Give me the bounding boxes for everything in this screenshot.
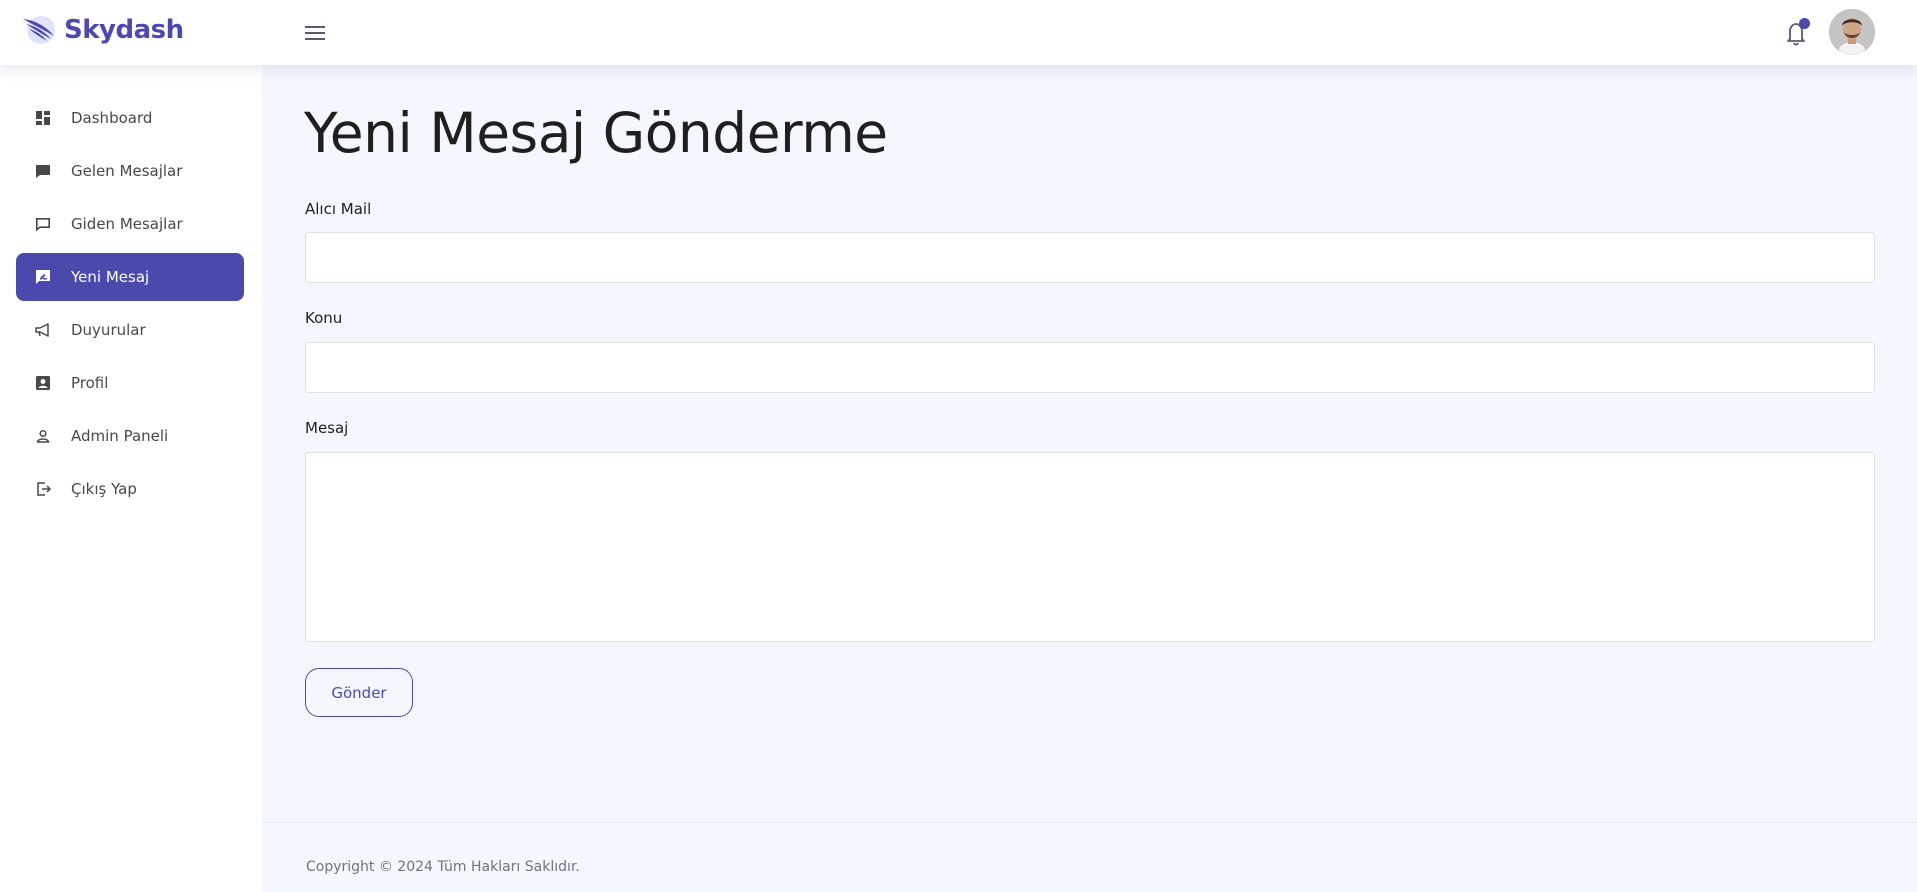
brand-logo-icon	[23, 16, 55, 44]
sidebar-item-label: Duyurular	[71, 321, 146, 339]
sidebar-item-admin-paneli[interactable]: Admin Paneli	[16, 412, 244, 460]
page-title: Yeni Mesaj Gönderme	[304, 101, 888, 165]
chat-filled-icon	[34, 162, 52, 180]
top-navbar: Skydash	[0, 0, 1917, 65]
dashboard-icon	[34, 109, 52, 127]
subject-input[interactable]	[305, 342, 1875, 393]
notification-dot	[1799, 18, 1810, 29]
sidebar-item-label: Yeni Mesaj	[71, 268, 150, 286]
sidebar-item-label: Çıkış Yap	[71, 480, 137, 498]
avatar-image	[1829, 9, 1875, 55]
sidebar-item-profil[interactable]: Profil	[16, 359, 244, 407]
footer: Copyright © 2024 Tüm Hakları Saklıdır.	[262, 822, 1917, 892]
user-avatar[interactable]	[1829, 9, 1875, 55]
sidebar-item-label: Admin Paneli	[71, 427, 169, 445]
profile-card-icon	[34, 374, 52, 392]
sidebar-item-duyurular[interactable]: Duyurular	[16, 306, 244, 354]
brand-logo-link[interactable]: Skydash	[20, 10, 184, 50]
new-message-icon	[34, 268, 52, 286]
main-content: Yeni Mesaj Gönderme Alıcı Mail Konu Mesa…	[262, 65, 1917, 892]
recipient-label: Alıcı Mail	[305, 200, 372, 218]
sidebar-item-cikis-yap[interactable]: Çıkış Yap	[16, 465, 244, 513]
sidebar-item-label: Profil	[71, 374, 109, 392]
megaphone-icon	[34, 321, 52, 339]
hamburger-menu-button[interactable]	[303, 22, 329, 44]
subject-label: Konu	[305, 309, 343, 327]
sidebar-item-label: Gelen Mesajlar	[71, 162, 183, 180]
brand-name: Skydash	[64, 15, 184, 45]
footer-copyright: Copyright © 2024 Tüm Hakları Saklıdır.	[306, 859, 580, 875]
sidebar-item-label: Dashboard	[71, 109, 153, 127]
message-label: Mesaj	[305, 419, 349, 437]
sidebar-item-giden-mesajlar[interactable]: Giden Mesajlar	[16, 200, 244, 248]
chat-outline-icon	[34, 215, 52, 233]
user-icon	[34, 427, 52, 445]
recipient-email-input[interactable]	[305, 232, 1875, 283]
sidebar-item-yeni-mesaj[interactable]: Yeni Mesaj	[16, 253, 244, 301]
sidebar-item-label: Giden Mesajlar	[71, 215, 183, 233]
hamburger-icon	[305, 26, 325, 40]
sidebar-item-gelen-mesajlar[interactable]: Gelen Mesajlar	[16, 147, 244, 195]
sidebar-item-dashboard[interactable]: Dashboard	[16, 94, 244, 142]
logout-icon	[34, 480, 52, 498]
notifications-button[interactable]	[1782, 17, 1812, 49]
send-button[interactable]: Gönder	[305, 668, 413, 717]
sidebar: Dashboard Gelen Mesajlar Giden Mesajlar …	[0, 65, 262, 892]
message-textarea[interactable]	[305, 452, 1875, 642]
